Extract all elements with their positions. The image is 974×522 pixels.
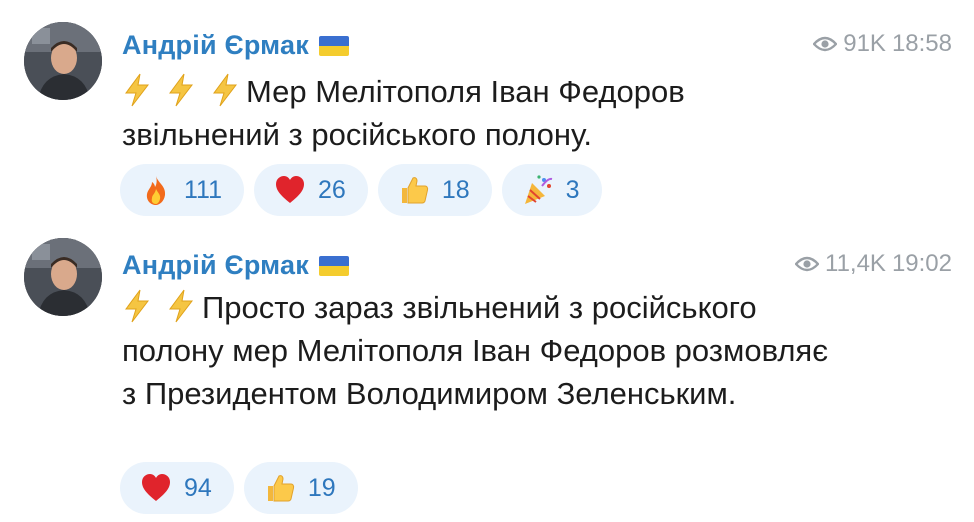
reaction-party-popper[interactable]: 3: [501, 164, 602, 216]
ukraine-flag-icon: [318, 36, 349, 56]
reaction-count: 94: [184, 473, 212, 502]
reaction-heart[interactable]: 26: [254, 164, 368, 216]
reaction-count: 18: [441, 175, 470, 204]
post-text: Мер Мелітополя Іван Федоров звільнений з…: [122, 70, 842, 156]
party-popper-icon: [524, 175, 552, 204]
post-time: 18:58: [891, 30, 952, 57]
reaction-count: 26: [318, 175, 346, 204]
eye-icon: [813, 36, 838, 52]
author-name[interactable]: Андрій Єрмак: [122, 30, 349, 61]
thumbs-up-icon: [267, 475, 294, 502]
thumbs-up-icon: [401, 177, 428, 204]
post-text: Просто зараз звільнений з російського по…: [122, 286, 842, 415]
author-avatar[interactable]: [24, 22, 102, 100]
lightning-icon: [125, 289, 150, 323]
eye-icon: [795, 256, 819, 272]
post-meta: 91K 18:58: [813, 30, 952, 58]
author-name-text: Андрій Єрмак: [122, 250, 309, 280]
reactions-bar: 111 26 18 3: [120, 164, 602, 216]
heart-icon: [142, 474, 170, 501]
view-count: 91K: [843, 30, 886, 57]
reaction-thumbs-up[interactable]: 19: [243, 462, 358, 514]
author-avatar[interactable]: [24, 238, 102, 316]
lightning-icon: [213, 73, 238, 107]
reaction-fire[interactable]: 111: [120, 164, 245, 216]
post-text-body: Мер Мелітополя Іван Федоров звільнений з…: [122, 74, 685, 152]
lightning-icon: [169, 289, 194, 323]
reaction-count: 3: [565, 175, 580, 204]
author-name-text: Андрій Єрмак: [122, 30, 309, 60]
post-text-body: Просто зараз звільнений з російського по…: [122, 290, 829, 411]
lightning-icon: [125, 73, 150, 107]
reaction-heart[interactable]: 94: [120, 462, 234, 514]
reaction-count: 19: [307, 473, 336, 502]
heart-icon: [276, 176, 305, 203]
ukraine-flag-icon: [318, 256, 349, 276]
post-time: 19:02: [891, 250, 952, 277]
author-name[interactable]: Андрій Єрмак: [122, 250, 349, 281]
lightning-icon: [169, 73, 194, 107]
post-meta: 11,4K 19:02: [795, 250, 952, 278]
view-count: 11,4K: [825, 250, 886, 277]
reactions-bar: 94 19: [120, 462, 358, 514]
reaction-thumbs-up[interactable]: 18: [377, 164, 492, 216]
reaction-count: 111: [184, 175, 223, 204]
fire-icon: [146, 176, 166, 205]
